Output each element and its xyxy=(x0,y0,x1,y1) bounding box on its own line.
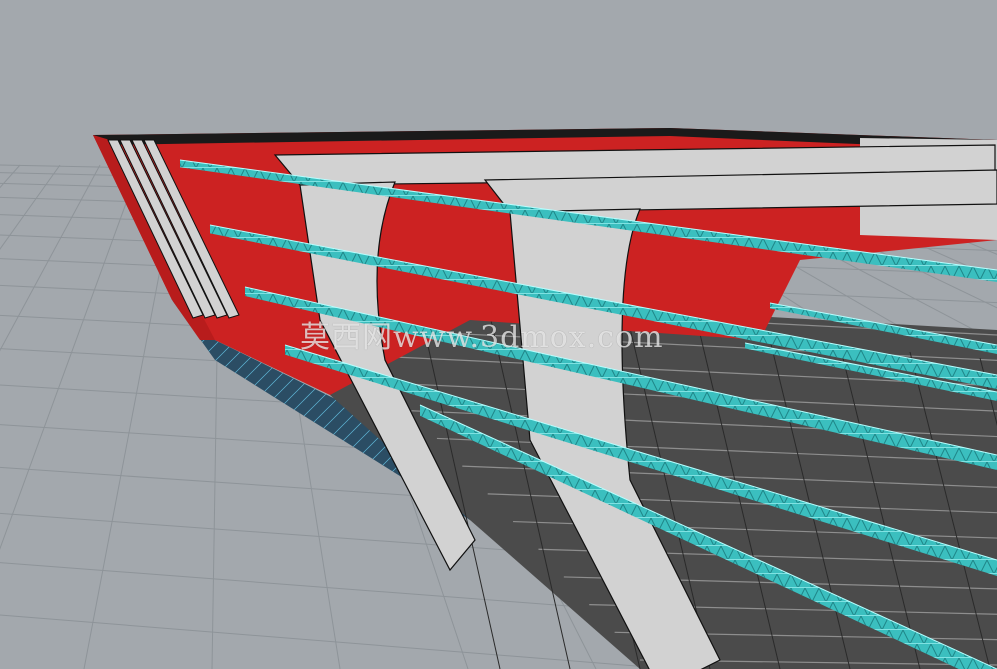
boat-hull-model xyxy=(0,128,997,669)
3d-viewport[interactable]: 莫西网www.3dmox.com xyxy=(0,0,997,669)
